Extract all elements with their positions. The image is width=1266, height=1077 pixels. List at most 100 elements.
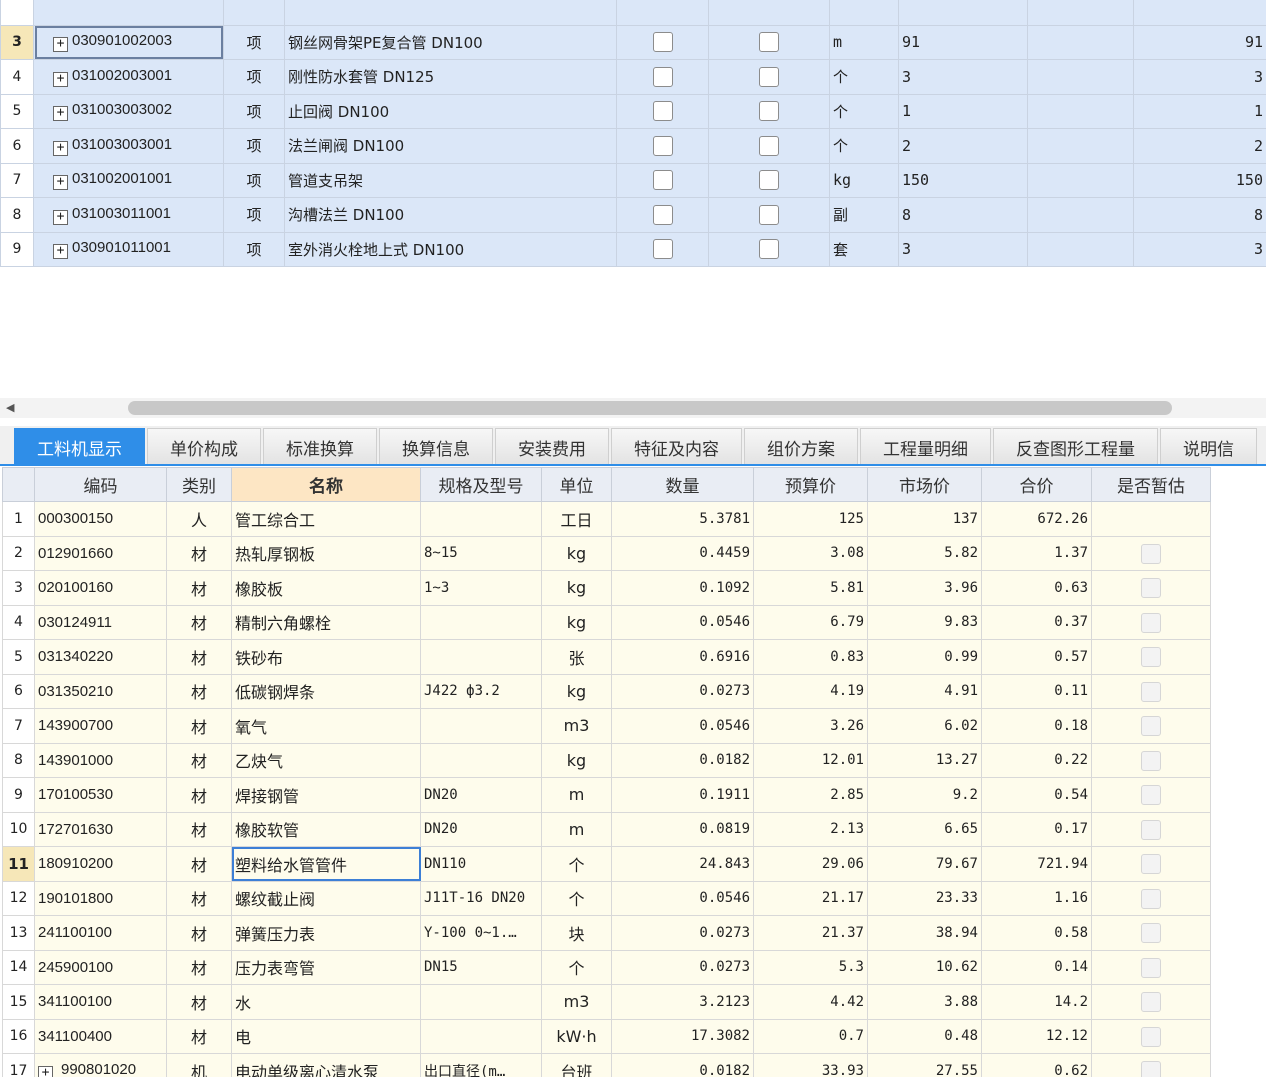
item-code-cell[interactable]: +031002003001 — [33, 59, 224, 95]
table-row[interactable]: 8 +031003011001 项沟槽法兰 DN100 副 8 8 — [0, 197, 1266, 233]
table-row[interactable]: 4 +031002003001 项刚性防水套管 DN125 个 3 3 — [0, 59, 1266, 95]
tab-2[interactable]: 单价构成 — [147, 428, 261, 464]
provisional-checkbox[interactable] — [1141, 578, 1161, 598]
provisional-checkbox[interactable] — [1141, 1026, 1161, 1047]
resource-budget-price[interactable]: 3.26 — [753, 708, 868, 744]
resource-quantity[interactable]: 0.4459 — [611, 535, 754, 571]
provisional-checkbox[interactable] — [1141, 992, 1161, 1012]
resource-code-cell[interactable]: 143900700 — [34, 708, 167, 744]
table-row[interactable]: 9 170100530 材焊接钢管 DN20 m 0.1911 2.85 9.2 0.54 — [2, 777, 1211, 813]
resource-quantity[interactable]: 0.0546 — [611, 708, 754, 744]
item-name[interactable]: 法兰闸阀 DN100 — [284, 128, 617, 164]
resource-market-price[interactable]: 10.62 — [867, 949, 982, 985]
resource-market-price[interactable]: 9.83 — [867, 604, 982, 640]
item-code-cell[interactable]: +031003003001 — [33, 128, 224, 164]
provisional-checkbox-cell[interactable] — [1091, 777, 1211, 813]
provisional-checkbox[interactable] — [1141, 785, 1161, 805]
item-name[interactable]: 钢丝网骨架PE复合管 DN100 — [284, 24, 617, 60]
resource-market-price[interactable]: 6.02 — [867, 708, 982, 744]
table-row[interactable]: 7 143900700 材氧气 m3 0.0546 3.26 6.02 0.18 — [2, 708, 1211, 744]
item-name[interactable]: 止回阀 DN100 — [284, 93, 617, 129]
resource-market-price[interactable]: 6.65 — [867, 811, 982, 847]
table-row[interactable]: 9 +030901011001 项室外消火栓地上式 DN100 套 3 3 — [0, 231, 1266, 267]
resource-name[interactable]: 橡胶板 — [231, 570, 421, 606]
table-row[interactable]: 11 180910200 材塑料给水管管件 DN110 个 24.843 29.06 79.6… — [2, 846, 1211, 882]
table-row[interactable]: 7 +031002001001 项管道支吊架 kg 150 150 — [0, 162, 1266, 198]
resource-market-price[interactable]: 3.88 — [867, 984, 982, 1020]
provisional-checkbox[interactable] — [1141, 716, 1161, 736]
resource-spec[interactable] — [420, 742, 542, 778]
checkbox[interactable] — [759, 66, 779, 87]
resource-market-price[interactable]: 79.67 — [867, 846, 982, 882]
column-header-4[interactable]: 规格及型号 — [420, 467, 542, 502]
resource-quantity[interactable]: 0.0182 — [611, 742, 754, 778]
tab-10[interactable]: 说明信 — [1160, 428, 1257, 464]
resource-name[interactable]: 电 — [231, 1018, 421, 1054]
checkbox[interactable] — [652, 32, 673, 53]
table-row[interactable]: 1 000300150 人管工综合工 工日 5.3781 125 137 672.26 — [2, 501, 1211, 537]
provisional-checkbox-cell[interactable] — [1091, 949, 1211, 985]
scroll-left-arrow-icon[interactable]: ◀ — [6, 401, 14, 414]
table-row[interactable]: 14 245900100 材压力表弯管 DN15 个 0.0273 5.3 10.62 0.14 — [2, 949, 1211, 985]
column-header-7[interactable]: 预算价 — [753, 467, 868, 502]
resource-spec[interactable] — [420, 1018, 542, 1054]
resource-budget-price[interactable]: 5.81 — [753, 570, 868, 606]
resource-quantity[interactable]: 0.0546 — [611, 880, 754, 916]
item-code-cell[interactable]: +030901002003 — [33, 24, 224, 60]
resource-spec[interactable] — [420, 501, 542, 537]
tab-9[interactable]: 反查图形工程量 — [993, 428, 1158, 464]
provisional-checkbox[interactable] — [1141, 1061, 1161, 1077]
provisional-checkbox-cell[interactable] — [1091, 846, 1211, 882]
resource-budget-price[interactable]: 21.37 — [753, 915, 868, 951]
resource-budget-price[interactable]: 0.83 — [753, 639, 868, 675]
resource-code-cell[interactable]: 170100530 — [34, 777, 167, 813]
resource-code-cell[interactable]: +990801020 — [34, 1053, 167, 1077]
resource-spec[interactable]: 1~3 — [420, 570, 542, 606]
resource-code-cell[interactable]: 190101800 — [34, 880, 167, 916]
tab-3[interactable]: 标准换算 — [263, 428, 377, 464]
resource-code-cell[interactable]: 180910200 — [34, 846, 167, 882]
resource-market-price[interactable]: 137 — [867, 501, 982, 537]
resource-name[interactable]: 精制六角螺栓 — [231, 604, 421, 640]
checkbox-cell[interactable] — [708, 162, 830, 198]
resource-budget-price[interactable]: 12.01 — [753, 742, 868, 778]
checkbox[interactable] — [759, 135, 779, 156]
resource-spec[interactable]: 出口直径(m… — [420, 1053, 542, 1077]
resource-budget-price[interactable]: 5.3 — [753, 949, 868, 985]
resource-budget-price[interactable]: 2.85 — [753, 777, 868, 813]
resource-code-cell[interactable]: 143901000 — [34, 742, 167, 778]
resource-budget-price[interactable]: 2.13 — [753, 811, 868, 847]
column-header-3[interactable]: 名称 — [231, 467, 421, 502]
resource-code-cell[interactable]: 000300150 — [34, 501, 167, 537]
checkbox-cell[interactable] — [708, 24, 830, 60]
provisional-checkbox-cell[interactable] — [1091, 1018, 1211, 1054]
resource-name[interactable]: 塑料给水管管件 — [231, 846, 421, 882]
resource-spec[interactable] — [420, 604, 542, 640]
resource-budget-price[interactable]: 3.08 — [753, 535, 868, 571]
item-name[interactable]: 沟槽法兰 DN100 — [284, 197, 617, 233]
item-quantity[interactable]: 2 — [898, 128, 1028, 164]
column-header-8[interactable]: 市场价 — [867, 467, 982, 502]
provisional-checkbox[interactable] — [1141, 612, 1161, 633]
provisional-checkbox-cell[interactable] — [1091, 915, 1211, 951]
checkbox[interactable] — [652, 204, 673, 225]
expand-plus-icon[interactable]: + — [53, 71, 68, 87]
resource-market-price[interactable]: 5.82 — [867, 535, 982, 571]
item-code-cell[interactable]: +031003003002 — [33, 93, 224, 129]
resource-budget-price[interactable]: 125 — [753, 501, 868, 537]
provisional-checkbox[interactable] — [1141, 854, 1161, 874]
column-header-2[interactable]: 类别 — [166, 467, 232, 502]
checkbox-cell[interactable] — [616, 231, 709, 267]
resource-code-cell[interactable]: 012901660 — [34, 535, 167, 571]
item-name[interactable]: 室外消火栓地上式 DN100 — [284, 231, 617, 267]
resource-name[interactable]: 螺纹截止阀 — [231, 880, 421, 916]
horizontal-scrollbar[interactable]: ◀ — [0, 398, 1266, 418]
table-row[interactable]: 6 +031003003001 项法兰闸阀 DN100 个 2 2 — [0, 128, 1266, 164]
item-quantity[interactable]: 8 — [898, 197, 1028, 233]
table-row[interactable]: 5 031340220 材铁砂布 张 0.6916 0.83 0.99 0.57 — [2, 639, 1211, 675]
resource-name[interactable]: 电动单级离心清水泵 — [231, 1053, 421, 1077]
table-row[interactable]: 10 172701630 材橡胶软管 DN20 m 0.0819 2.13 6.65 0.17 — [2, 811, 1211, 847]
table-row[interactable]: 17 +990801020 机电动单级离心清水泵 出口直径(m… 台班 0.0182 33.… — [2, 1053, 1211, 1077]
checkbox-cell[interactable] — [708, 231, 830, 267]
tab-8[interactable]: 工程量明细 — [860, 428, 991, 464]
